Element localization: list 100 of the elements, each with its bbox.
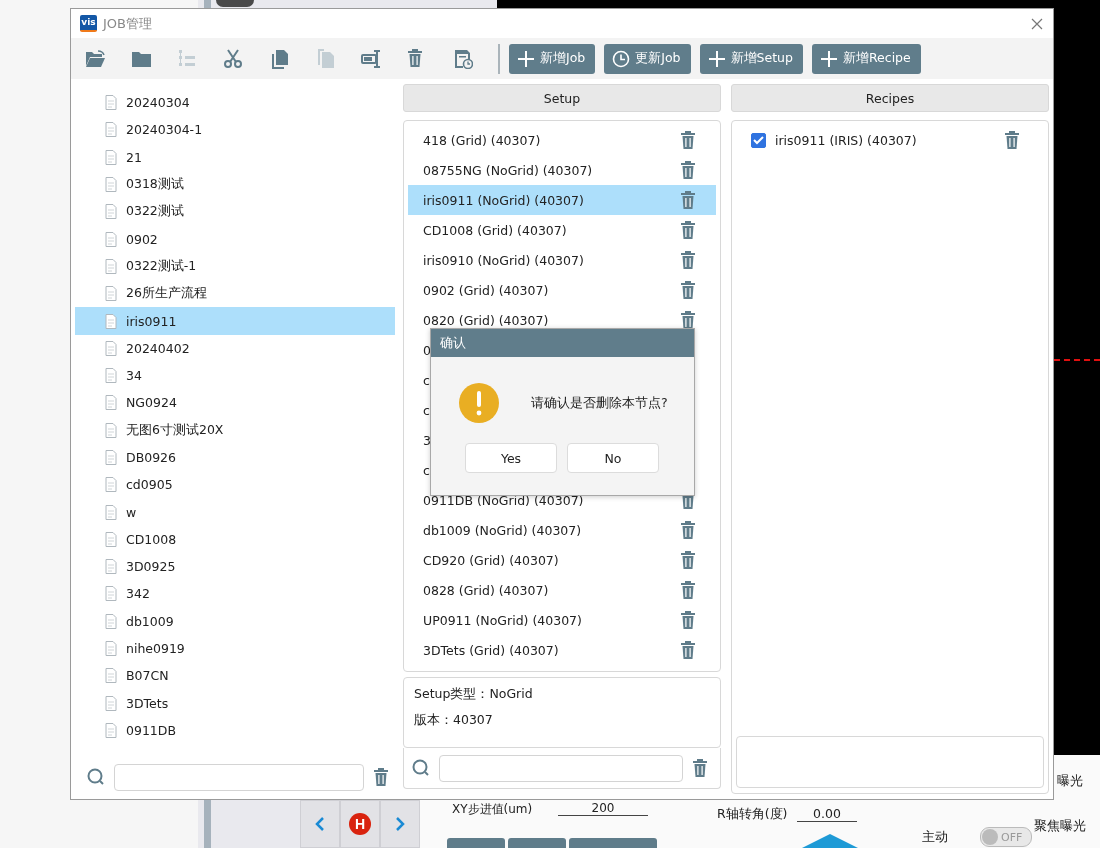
tree-item[interactable]: 21 [75,143,395,171]
trash-icon[interactable] [680,521,696,539]
trash-icon[interactable] [680,581,696,599]
document-icon [105,531,117,547]
document-icon [105,231,117,247]
option-label: 主动 [922,829,948,846]
value-field[interactable]: 200 [558,801,648,816]
document-icon [105,368,117,384]
tree-item[interactable]: 0322测试-1 [75,252,395,281]
tree-item[interactable]: 26所生产流程 [75,280,395,308]
document-icon [105,477,117,493]
checkbox[interactable] [751,132,766,148]
search-icon[interactable] [412,759,430,777]
tree-item[interactable]: 20240402 [75,334,395,362]
toolbar-button[interactable]: 新增Recipe [811,43,921,74]
tree-item[interactable]: db1009 [75,607,395,635]
tree-item[interactable]: 无图6寸测试20X [75,416,395,444]
document-icon [105,613,117,629]
list-item[interactable]: 0828 (Grid) (40307) [408,575,716,605]
tree-item[interactable]: w [75,498,395,526]
tree-item[interactable]: 3D0925 [75,553,395,581]
document-icon [105,559,117,575]
trash-icon[interactable] [680,611,696,629]
dialog-button[interactable]: Yes [465,443,557,473]
toolbar-button[interactable]: 新增Setup [699,43,803,74]
list-item[interactable]: iris0911 (IRIS) (40307) [775,132,995,148]
document-icon [105,95,117,111]
copy-icon[interactable] [269,48,289,69]
column-header[interactable]: Recipes [731,84,1049,112]
toolbar-button[interactable]: 更新Job [604,43,691,74]
list-item[interactable]: iris0910 (NoGrid) (40307) [408,245,716,275]
trash-icon[interactable] [692,759,708,777]
list-item[interactable]: CD920 (Grid) (40307) [408,545,716,575]
trash-icon[interactable] [680,251,696,269]
toolbar-button[interactable]: 新增Job [509,43,596,74]
tree-item[interactable]: 0902 [75,225,395,253]
trash-icon[interactable] [1004,131,1020,149]
document-icon [105,450,117,465]
list-item[interactable]: 08755NG (NoGrid) (40307) [408,155,716,185]
list-item[interactable]: iris0911 (NoGrid) (40307) [408,185,716,215]
folder-open-icon[interactable] [85,48,105,69]
tree-item[interactable]: 0322测试 [75,198,395,226]
tree-item[interactable]: iris0911 [75,307,395,335]
history-icon[interactable] [453,48,473,69]
tree-item[interactable]: nihe0919 [75,634,395,663]
tree-item[interactable]: B07CN [75,662,395,690]
list-item[interactable]: CD1008 (Grid) (40307) [408,215,716,245]
trash-icon[interactable] [680,281,696,299]
search-icon[interactable] [87,768,105,786]
value-field[interactable]: 0.00 [797,806,857,822]
column-header[interactable]: Setup [403,84,721,112]
camera-button[interactable] [216,0,254,7]
info-text: Setup类型：NoGrid [414,686,534,703]
tree-item[interactable]: NG0924 [75,389,395,417]
warning-icon [459,383,499,423]
tree-item[interactable]: 34 [75,361,395,390]
trash-icon[interactable] [680,191,696,209]
list-item[interactable]: 0902 (Grid) (40307) [408,275,716,305]
trash-icon[interactable] [373,768,389,786]
document-icon [105,258,117,274]
trash-icon[interactable] [680,311,696,329]
document-icon [105,395,117,411]
home-button[interactable]: H [340,800,380,848]
search-field[interactable] [439,754,683,782]
trash-icon[interactable] [680,551,696,569]
plus-icon [819,49,838,68]
plus-icon [707,49,726,68]
document-icon [105,586,117,602]
tree-item[interactable]: CD1008 [75,525,395,554]
dialog-message: 请确认是否删除本节点? [531,394,668,412]
dialog-button[interactable]: No [567,443,659,473]
document-icon [105,177,117,193]
tree-item[interactable]: 0318测试 [75,170,395,199]
chevron-left-icon [315,817,325,831]
direction-button[interactable] [802,834,858,848]
list-item[interactable]: 418 (Grid) (40307) [408,125,716,155]
tree-item[interactable]: 20240304 [75,89,395,117]
dialog-title: 确认 [431,329,694,357]
search-field[interactable] [114,763,364,791]
list-item[interactable]: 3DTets (Grid) (40307) [408,635,716,665]
chevron-right-icon [395,817,405,831]
tree-item[interactable]: 20240304-1 [75,116,395,144]
field-label: XY步进值(um) [452,801,533,818]
tree-item[interactable]: 3DTets [75,689,395,717]
trash-icon[interactable] [680,641,696,659]
rename-icon[interactable] [361,48,381,69]
list-item[interactable]: UP0911 (NoGrid) (40307) [408,605,716,635]
list-item[interactable]: db1009 (NoGrid) (40307) [408,515,716,545]
trash-icon[interactable] [680,221,696,239]
trash-icon[interactable] [680,131,696,149]
scissors-icon[interactable] [223,48,243,69]
trash-icon[interactable] [680,161,696,179]
document-icon [105,695,117,711]
info-text: 版本：40307 [414,712,494,729]
window-title: JOB管理 [103,14,153,33]
tree-item[interactable]: 0911DB [75,716,395,745]
tree-item[interactable]: cd0905 [75,471,395,499]
tree-item[interactable]: DB0926 [75,443,395,472]
tree-item[interactable]: 342 [75,580,395,608]
close-icon[interactable] [1031,17,1043,30]
